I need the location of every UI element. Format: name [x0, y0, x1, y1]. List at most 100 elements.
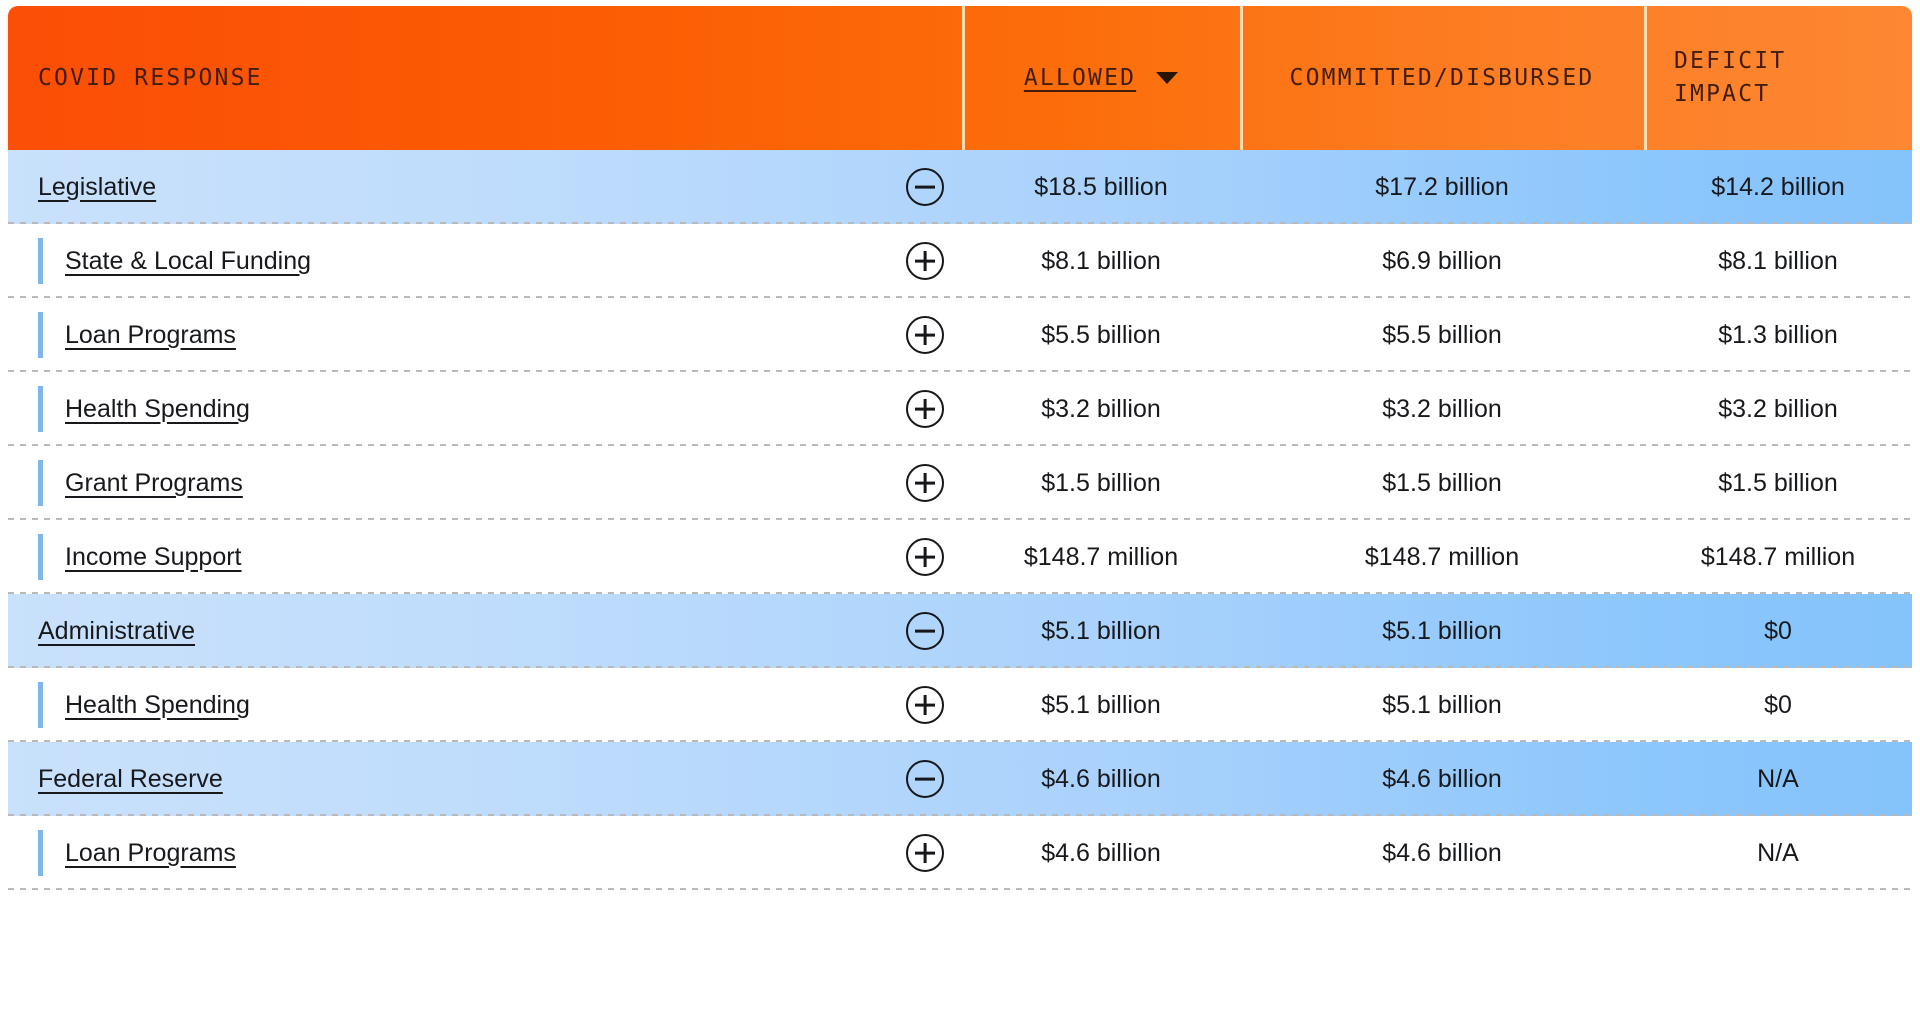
row-value-allowed: $3.2 billion — [1041, 394, 1161, 423]
covid-response-table: COVID RESPONSE ALLOWED COMMITTED/DISBURS… — [0, 6, 1920, 1016]
row-name-cell: State & Local Funding — [8, 224, 962, 298]
table-row-child[interactable]: Health Spending $3.2 billion $3.2 billion $… — [8, 372, 1912, 446]
row-name-cell: Loan Programs — [8, 816, 962, 890]
table-row-child[interactable]: Loan Programs $4.6 billion $4.6 billion N/A — [8, 816, 1912, 890]
row-value-allowed: $5.1 billion — [1041, 690, 1161, 719]
row-value-committed-disbursed: $5.1 billion — [1382, 616, 1502, 645]
row-value-allowed: $8.1 billion — [1041, 246, 1161, 275]
circle-plus-icon[interactable] — [906, 464, 944, 502]
row-value-allowed: $1.5 billion — [1041, 468, 1161, 497]
row-value-allowed: $4.6 billion — [1041, 838, 1161, 867]
row-value-deficit-impact: $0 — [1764, 616, 1792, 645]
row-value-deficit-impact: $3.2 billion — [1718, 394, 1838, 423]
indent-bar — [38, 460, 43, 506]
row-value-allowed: $5.5 billion — [1041, 320, 1161, 349]
row-label-link[interactable]: State & Local Funding — [65, 247, 311, 276]
row-value-allowed: $5.1 billion — [1041, 616, 1161, 645]
row-value-committed-disbursed: $5.5 billion — [1382, 320, 1502, 349]
row-name-cell: Health Spending — [8, 668, 962, 742]
row-name-cell: Legislative — [8, 150, 962, 224]
row-value-deficit-impact: $1.5 billion — [1718, 468, 1838, 497]
row-toggle-cell[interactable] — [888, 372, 962, 446]
indent-bar — [38, 312, 43, 358]
chevron-down-icon[interactable] — [1156, 72, 1179, 84]
circle-plus-icon[interactable] — [906, 538, 944, 576]
row-value-deficit-impact: N/A — [1757, 764, 1799, 793]
circle-minus-icon[interactable] — [906, 760, 944, 798]
row-label-link[interactable]: Federal Reserve — [38, 765, 223, 794]
row-name-cell: Income Support — [8, 520, 962, 594]
table-row-parent[interactable]: Legislative $18.5 billion $17.2 billion $14… — [8, 150, 1912, 224]
row-value-committed-disbursed: $4.6 billion — [1382, 764, 1502, 793]
row-label-link[interactable]: Administrative — [38, 617, 195, 646]
row-name-cell: Health Spending — [8, 372, 962, 446]
row-value-allowed: $148.7 million — [1023, 542, 1179, 571]
table-row-parent[interactable]: Federal Reserve $4.6 billion $4.6 billion N… — [8, 742, 1912, 816]
row-value-deficit-impact: N/A — [1757, 838, 1799, 867]
deficit-impact-line-2: IMPACT — [1674, 81, 1771, 107]
circle-plus-icon[interactable] — [906, 834, 944, 872]
row-value-committed-disbursed: $1.5 billion — [1382, 468, 1502, 497]
row-value-deficit-impact: $14.2 billion — [1711, 172, 1845, 201]
row-toggle-cell[interactable] — [888, 742, 962, 816]
table-row-child[interactable]: Health Spending $5.1 billion $5.1 billion $… — [8, 668, 1912, 742]
row-label-link[interactable]: Loan Programs — [65, 839, 236, 868]
circle-plus-icon[interactable] — [906, 316, 944, 354]
circle-plus-icon[interactable] — [906, 242, 944, 280]
row-label-link[interactable]: Grant Programs — [65, 469, 243, 498]
indent-bar — [38, 386, 43, 432]
row-toggle-cell[interactable] — [888, 520, 962, 594]
row-label-link[interactable]: Health Spending — [65, 395, 250, 424]
column-header-allowed-label[interactable]: ALLOWED — [1024, 65, 1136, 91]
row-name-cell: Federal Reserve — [8, 742, 962, 816]
indent-bar — [38, 534, 43, 580]
row-label-link[interactable]: Legislative — [38, 173, 156, 202]
circle-minus-icon[interactable] — [906, 168, 944, 206]
table-row-parent[interactable]: Administrative $5.1 billion $5.1 billion $0 — [8, 594, 1912, 668]
row-value-committed-disbursed: $4.6 billion — [1382, 838, 1502, 867]
indent-bar — [38, 830, 43, 876]
row-toggle-cell[interactable] — [888, 668, 962, 742]
table-header-row: COVID RESPONSE ALLOWED COMMITTED/DISBURS… — [8, 6, 1912, 150]
indent-bar — [38, 238, 43, 284]
indent-bar — [38, 682, 43, 728]
column-header-covid-response-label: COVID RESPONSE — [38, 65, 263, 91]
table-row-child[interactable]: Loan Programs $5.5 billion $5.5 billion $1.… — [8, 298, 1912, 372]
row-toggle-cell[interactable] — [888, 446, 962, 520]
row-value-committed-disbursed: $148.7 million — [1364, 542, 1520, 571]
deficit-impact-line-1: DEFICIT — [1674, 48, 1787, 75]
row-value-allowed: $18.5 billion — [1034, 172, 1168, 201]
column-header-allowed[interactable]: ALLOWED — [962, 6, 1240, 150]
row-label-link[interactable]: Loan Programs — [65, 321, 236, 350]
table-row-child[interactable]: Grant Programs $1.5 billion $1.5 billion $1… — [8, 446, 1912, 520]
row-toggle-cell[interactable] — [888, 594, 962, 668]
row-value-deficit-impact: $0 — [1764, 690, 1792, 719]
column-header-covid-response: COVID RESPONSE — [8, 6, 962, 150]
row-name-cell: Grant Programs — [8, 446, 962, 520]
circle-plus-icon[interactable] — [906, 686, 944, 724]
row-toggle-cell[interactable] — [888, 298, 962, 372]
column-header-deficit-impact-label: DEFICIT IMPACT — [1674, 45, 1786, 110]
row-label-link[interactable]: Income Support — [65, 543, 242, 572]
column-header-committed-disbursed[interactable]: COMMITTED/DISBURSED — [1240, 6, 1644, 150]
row-value-committed-disbursed: $17.2 billion — [1375, 172, 1509, 201]
circle-plus-icon[interactable] — [906, 390, 944, 428]
table-row-child[interactable]: Income Support $148.7 million $148.7 milli… — [8, 520, 1912, 594]
row-value-deficit-impact: $1.3 billion — [1718, 320, 1838, 349]
row-name-cell: Loan Programs — [8, 298, 962, 372]
row-value-committed-disbursed: $3.2 billion — [1382, 394, 1502, 423]
column-header-deficit-impact[interactable]: DEFICIT IMPACT — [1644, 6, 1912, 150]
column-header-committed-disbursed-label: COMMITTED/DISBURSED — [1289, 65, 1595, 91]
row-label-link[interactable]: Health Spending — [65, 691, 250, 720]
row-value-deficit-impact: $148.7 million — [1700, 542, 1856, 571]
row-name-cell: Administrative — [8, 594, 962, 668]
row-value-allowed: $4.6 billion — [1041, 764, 1161, 793]
circle-minus-icon[interactable] — [906, 612, 944, 650]
table-body: Legislative $18.5 billion $17.2 billion $14… — [8, 150, 1912, 890]
row-toggle-cell[interactable] — [888, 816, 962, 890]
row-value-committed-disbursed: $5.1 billion — [1382, 690, 1502, 719]
row-value-deficit-impact: $8.1 billion — [1718, 246, 1838, 275]
row-toggle-cell[interactable] — [888, 224, 962, 298]
table-row-child[interactable]: State & Local Funding $8.1 billion $6.9 bi… — [8, 224, 1912, 298]
row-toggle-cell[interactable] — [888, 150, 962, 224]
